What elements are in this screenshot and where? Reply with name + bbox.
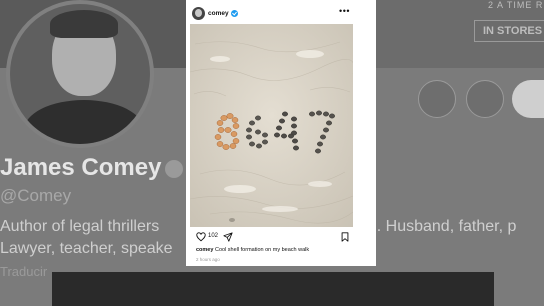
sync-icon-button[interactable]: [418, 80, 456, 118]
caption-username[interactable]: comey: [196, 247, 213, 253]
caption-text: Cool shell formation on my beach walk: [214, 247, 310, 253]
banner-in-stores-label: IN STORES M: [474, 20, 544, 42]
more-icon[interactable]: •••: [339, 6, 350, 16]
search-icon-button[interactable]: [466, 80, 504, 118]
post-action-bar: 102: [196, 231, 351, 243]
post-header: comey: [192, 6, 238, 20]
post-photo[interactable]: [190, 24, 353, 227]
verified-badge-icon: [165, 159, 184, 178]
send-icon[interactable]: [223, 232, 233, 242]
post-author-username[interactable]: comey: [208, 10, 229, 17]
like-count: 102: [208, 233, 219, 239]
profile-name: James Comey: [0, 154, 184, 182]
translate-bio-link[interactable]: Traducir: [0, 264, 47, 279]
post-author-avatar[interactable]: [192, 6, 205, 20]
profile-handle: @Comey: [0, 186, 72, 205]
background-dark-strip: [52, 272, 494, 306]
heart-icon[interactable]: [196, 232, 206, 242]
post-caption: comey Cool shell formation on my beach w…: [196, 247, 309, 253]
profile-avatar: [6, 0, 154, 148]
instagram-post-card: comey ••• 102 comey Cool shell formation…: [186, 0, 376, 266]
banner-top-text: 2 A TIME R: [488, 0, 544, 10]
bookmark-icon[interactable]: [341, 232, 349, 242]
verified-badge-icon: [230, 9, 238, 17]
post-timestamp: 2 hours ago: [196, 257, 220, 262]
follow-button[interactable]: [512, 80, 544, 118]
